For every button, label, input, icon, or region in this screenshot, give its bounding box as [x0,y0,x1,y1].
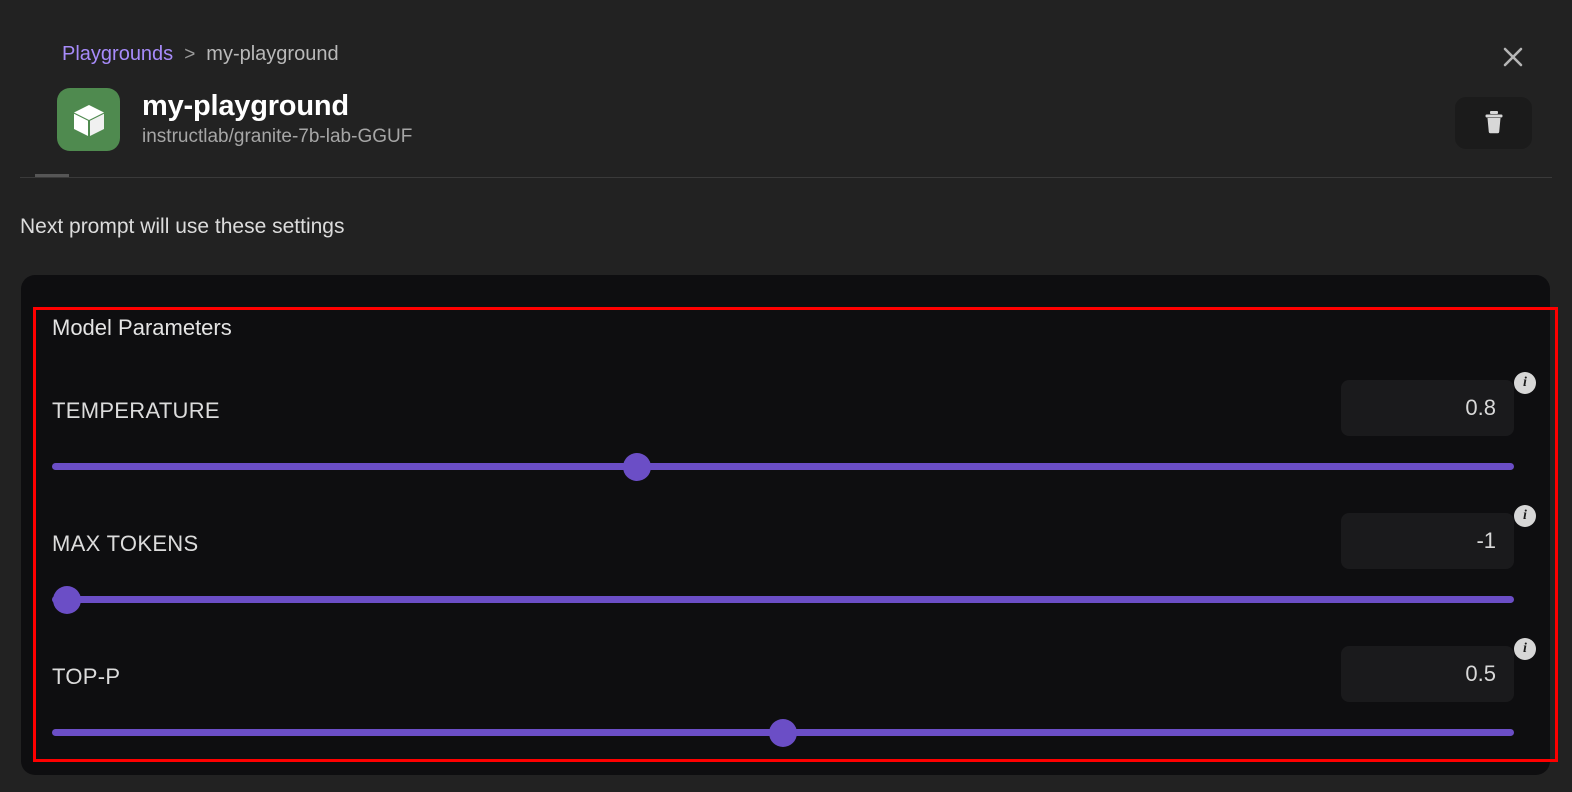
slider-thumb[interactable] [769,719,797,747]
cube-icon [57,88,120,151]
page-title: my-playground [142,90,349,123]
trash-icon [1482,109,1506,138]
info-icon[interactable]: i [1514,505,1536,527]
settings-note: Next prompt will use these settings [20,215,345,238]
parameter-row-max-tokens: MAX TOKENS -1 i [0,505,1536,625]
temperature-value-input[interactable]: 0.8 [1341,380,1514,436]
slider-track [52,596,1514,603]
header-divider [20,177,1552,178]
info-icon[interactable]: i [1514,372,1536,394]
parameter-label-max-tokens: MAX TOKENS [52,531,199,556]
max-tokens-slider[interactable] [52,584,1514,614]
dialog-header: Playgrounds > my-playground my-playgroun… [0,0,1572,178]
max-tokens-value-input[interactable]: -1 [1341,513,1514,569]
breadcrumb-link-playgrounds[interactable]: Playgrounds [62,43,173,66]
slider-thumb[interactable] [622,453,651,481]
slider-track [52,463,1514,470]
breadcrumb-current-playground: my-playground [206,43,339,65]
top-p-value-input[interactable]: 0.5 [1341,646,1514,702]
breadcrumb-separator: > [184,43,196,65]
temperature-slider[interactable] [52,451,1514,481]
model-name-label: instructlab/granite-7b-lab-GGUF [142,125,413,147]
model-parameters-heading: Model Parameters [52,315,232,340]
close-icon[interactable] [1498,42,1528,72]
parameter-label-top-p: TOP-P [52,664,121,689]
parameter-row-temperature: TEMPERATURE 0.8 i [0,372,1536,492]
parameter-label-temperature: TEMPERATURE [52,398,220,423]
top-p-slider[interactable] [52,717,1514,747]
playground-title-row: my-playground instructlab/granite-7b-lab… [57,88,412,151]
delete-playground-button[interactable] [1455,97,1532,149]
info-icon[interactable]: i [1514,638,1536,660]
parameter-row-top-p: TOP-P 0.5 i [0,638,1536,758]
slider-thumb[interactable] [52,586,81,614]
breadcrumb: Playgrounds > my-playground [62,43,339,66]
